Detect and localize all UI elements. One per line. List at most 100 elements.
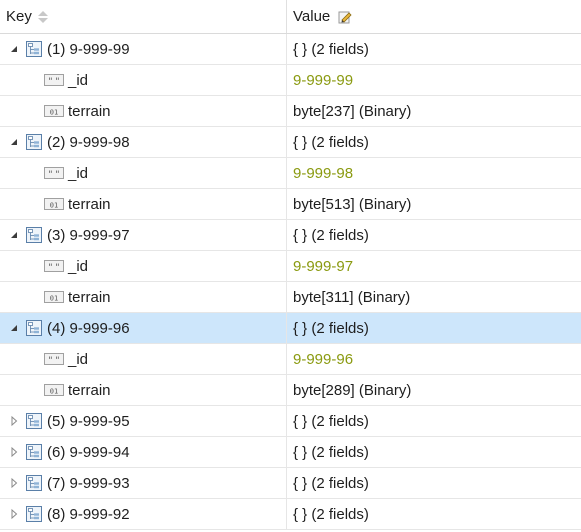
svg-text:" ": " " <box>48 77 59 87</box>
key-cell: (4) 9-999-96 <box>0 313 287 343</box>
document-tree-icon <box>26 444 42 460</box>
document-tree-icon <box>26 506 42 522</box>
expand-triangle-icon[interactable] <box>8 508 20 520</box>
column-header-row: Key Value <box>0 0 581 34</box>
key-cell: " " _id <box>0 158 287 188</box>
collapse-triangle-icon[interactable] <box>8 43 20 55</box>
key-cell: 01 terrain <box>0 375 287 405</box>
key-text: _id <box>68 164 89 182</box>
value-column-header[interactable]: Value <box>287 0 581 33</box>
key-cell: 01 terrain <box>0 189 287 219</box>
document-tree-icon <box>26 413 42 429</box>
expand-toggle[interactable] <box>7 476 21 490</box>
document-row[interactable]: (8) 9-999-92 { } (2 fields) <box>0 499 581 530</box>
collapse-toggle[interactable] <box>7 42 21 56</box>
document-row[interactable]: (2) 9-999-98 { } (2 fields) <box>0 127 581 158</box>
value-cell: { } (2 fields) <box>287 34 581 64</box>
key-text: (1) 9-999-99 <box>47 40 130 58</box>
field-row[interactable]: 01 terrain byte[289] (Binary) <box>0 375 581 406</box>
document-row[interactable]: (3) 9-999-97 { } (2 fields) <box>0 220 581 251</box>
key-text: terrain <box>68 288 111 306</box>
field-row[interactable]: " " _id 9-999-99 <box>0 65 581 96</box>
document-tree-icon <box>26 475 42 491</box>
document-row[interactable]: (6) 9-999-94 { } (2 fields) <box>0 437 581 468</box>
value-cell: byte[289] (Binary) <box>287 375 581 405</box>
sort-arrows-icon[interactable] <box>37 10 48 23</box>
edit-pencil-icon[interactable] <box>338 10 352 24</box>
field-row[interactable]: " " _id 9-999-96 <box>0 344 581 375</box>
field-row[interactable]: " " _id 9-999-97 <box>0 251 581 282</box>
document-row[interactable]: (1) 9-999-99 { } (2 fields) <box>0 34 581 65</box>
value-cell: { } (2 fields) <box>287 499 581 529</box>
value-cell: byte[237] (Binary) <box>287 96 581 126</box>
value-text: { } (2 fields) <box>293 443 369 461</box>
string-field-icon: " " <box>44 74 64 87</box>
document-row[interactable]: (5) 9-999-95 { } (2 fields) <box>0 406 581 437</box>
document-row[interactable]: (7) 9-999-93 { } (2 fields) <box>0 468 581 499</box>
value-cell: { } (2 fields) <box>287 127 581 157</box>
key-text: (4) 9-999-96 <box>47 319 130 337</box>
svg-text:01: 01 <box>50 202 58 210</box>
field-row[interactable]: 01 terrain byte[311] (Binary) <box>0 282 581 313</box>
collapse-toggle[interactable] <box>7 135 21 149</box>
results-tree-grid: Key Value (1) 9-999-99 { } (2 fields) " " _… <box>0 0 581 532</box>
binary-field-icon: 01 <box>44 384 64 396</box>
value-cell: { } (2 fields) <box>287 406 581 436</box>
svg-text:" ": " " <box>48 263 59 273</box>
key-cell: (2) 9-999-98 <box>0 127 287 157</box>
value-cell: 9-999-96 <box>287 344 581 374</box>
document-tree-icon <box>26 41 42 57</box>
value-text: 9-999-99 <box>293 71 354 89</box>
key-cell: 01 terrain <box>0 96 287 126</box>
field-row[interactable]: " " _id 9-999-98 <box>0 158 581 189</box>
key-text: (3) 9-999-97 <box>47 226 130 244</box>
value-text: 9-999-97 <box>293 257 354 275</box>
value-column-label: Value <box>293 8 331 25</box>
expand-toggle[interactable] <box>7 414 21 428</box>
value-text: { } (2 fields) <box>293 133 369 151</box>
svg-text:" ": " " <box>48 170 59 180</box>
expand-triangle-icon[interactable] <box>8 446 20 458</box>
value-text: byte[237] (Binary) <box>293 102 412 120</box>
key-cell: (7) 9-999-93 <box>0 468 287 498</box>
value-text: { } (2 fields) <box>293 40 369 58</box>
value-cell: 9-999-99 <box>287 65 581 95</box>
document-row[interactable]: (4) 9-999-96 { } (2 fields) <box>0 313 581 344</box>
value-text: { } (2 fields) <box>293 505 369 523</box>
value-text: { } (2 fields) <box>293 412 369 430</box>
collapse-triangle-icon[interactable] <box>8 229 20 241</box>
expand-toggle[interactable] <box>7 445 21 459</box>
key-text: _id <box>68 71 89 89</box>
collapse-triangle-icon[interactable] <box>8 136 20 148</box>
key-text: (2) 9-999-98 <box>47 133 130 151</box>
collapse-toggle[interactable] <box>7 321 21 335</box>
key-cell: " " _id <box>0 251 287 281</box>
string-field-icon: " " <box>44 353 64 366</box>
value-cell: { } (2 fields) <box>287 313 581 343</box>
key-text: (6) 9-999-94 <box>47 443 130 461</box>
document-tree-icon <box>26 320 42 336</box>
expand-triangle-icon[interactable] <box>8 477 20 489</box>
key-column-header[interactable]: Key <box>0 0 287 33</box>
expand-toggle[interactable] <box>7 507 21 521</box>
collapse-triangle-icon[interactable] <box>8 322 20 334</box>
key-cell: (1) 9-999-99 <box>0 34 287 64</box>
value-cell: byte[513] (Binary) <box>287 189 581 219</box>
string-field-icon: " " <box>44 260 64 273</box>
value-cell: 9-999-98 <box>287 158 581 188</box>
value-text: { } (2 fields) <box>293 319 369 337</box>
field-row[interactable]: 01 terrain byte[237] (Binary) <box>0 96 581 127</box>
key-text: (7) 9-999-93 <box>47 474 130 492</box>
value-text: byte[289] (Binary) <box>293 381 412 399</box>
key-text: terrain <box>68 381 111 399</box>
key-column-label: Key <box>6 8 32 25</box>
collapse-toggle[interactable] <box>7 228 21 242</box>
expand-triangle-icon[interactable] <box>8 415 20 427</box>
key-text: (8) 9-999-92 <box>47 505 130 523</box>
tree-rows: (1) 9-999-99 { } (2 fields) " " _id 9-999-99… <box>0 34 581 530</box>
key-cell: 01 terrain <box>0 282 287 312</box>
svg-text:01: 01 <box>50 388 58 396</box>
svg-text:01: 01 <box>50 295 58 303</box>
key-cell: (6) 9-999-94 <box>0 437 287 467</box>
field-row[interactable]: 01 terrain byte[513] (Binary) <box>0 189 581 220</box>
